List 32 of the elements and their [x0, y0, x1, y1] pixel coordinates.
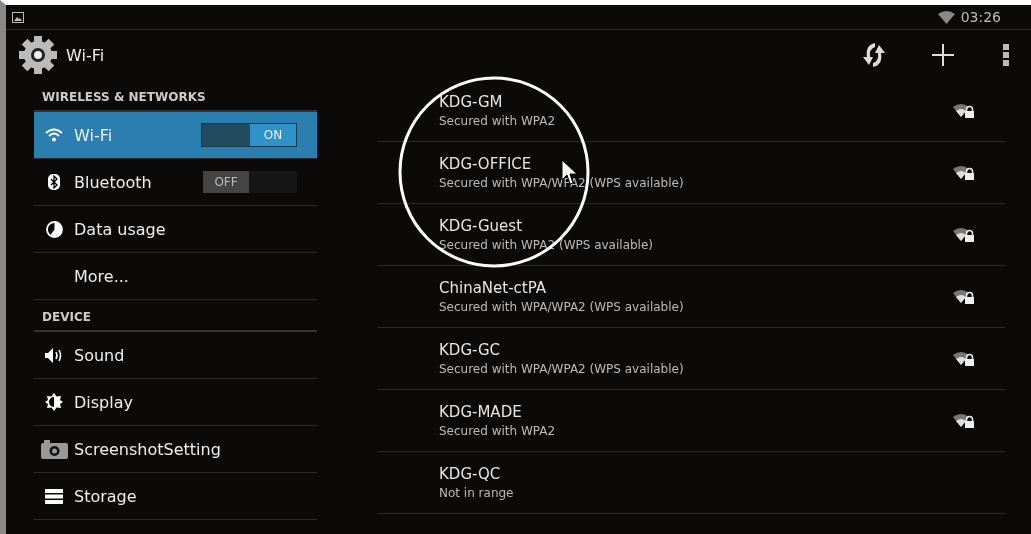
camera-icon [40, 439, 68, 459]
settings-item[interactable]: Data usage [34, 206, 317, 253]
section-header: DEVICE [34, 300, 317, 332]
settings-item[interactable]: Sound [34, 332, 317, 379]
image-icon [12, 11, 24, 23]
gear-icon[interactable] [18, 35, 58, 75]
network-item[interactable]: ChinaNet-ctPA Secured with WPA/WPA2 (WPS available) [378, 266, 1005, 328]
screen-title: Wi-Fi [66, 45, 105, 65]
clock-time: 03:26 [960, 9, 1001, 25]
toggle-knob: ON [250, 124, 296, 146]
network-item[interactable]: KDG-GC Secured with WPA/WPA2 (WPS available) [378, 328, 1005, 390]
network-item[interactable]: KDG-MADE Secured with WPA2 [378, 390, 1005, 452]
toggle-knob: OFF [203, 171, 249, 193]
network-item[interactable]: KDG-QC Not in range [378, 452, 1005, 514]
settings-item[interactable]: Wi-Fi ON [34, 112, 317, 159]
add-icon[interactable] [931, 43, 955, 67]
settings-item[interactable]: Display [34, 379, 317, 426]
storage-icon [45, 488, 63, 504]
refresh-icon[interactable] [861, 41, 887, 69]
settings-item[interactable]: Bluetooth OFF [34, 159, 317, 206]
overflow-menu-icon[interactable] [1003, 44, 1009, 66]
network-item[interactable]: KDG-GM Secured with WPA2 [378, 80, 1005, 142]
speaker-icon [44, 346, 64, 364]
settings-item[interactable]: ScreenshotSetting [34, 426, 317, 473]
bluetooth-icon [48, 174, 60, 190]
settings-item[interactable]: Storage [34, 473, 317, 520]
toggle-switch[interactable]: OFF [203, 171, 297, 193]
pie-chart-icon [45, 220, 63, 238]
wifi-signal-icon [937, 10, 955, 24]
wifi-icon [45, 128, 63, 142]
settings-item[interactable]: More... [34, 253, 317, 300]
brightness-icon [45, 393, 63, 411]
